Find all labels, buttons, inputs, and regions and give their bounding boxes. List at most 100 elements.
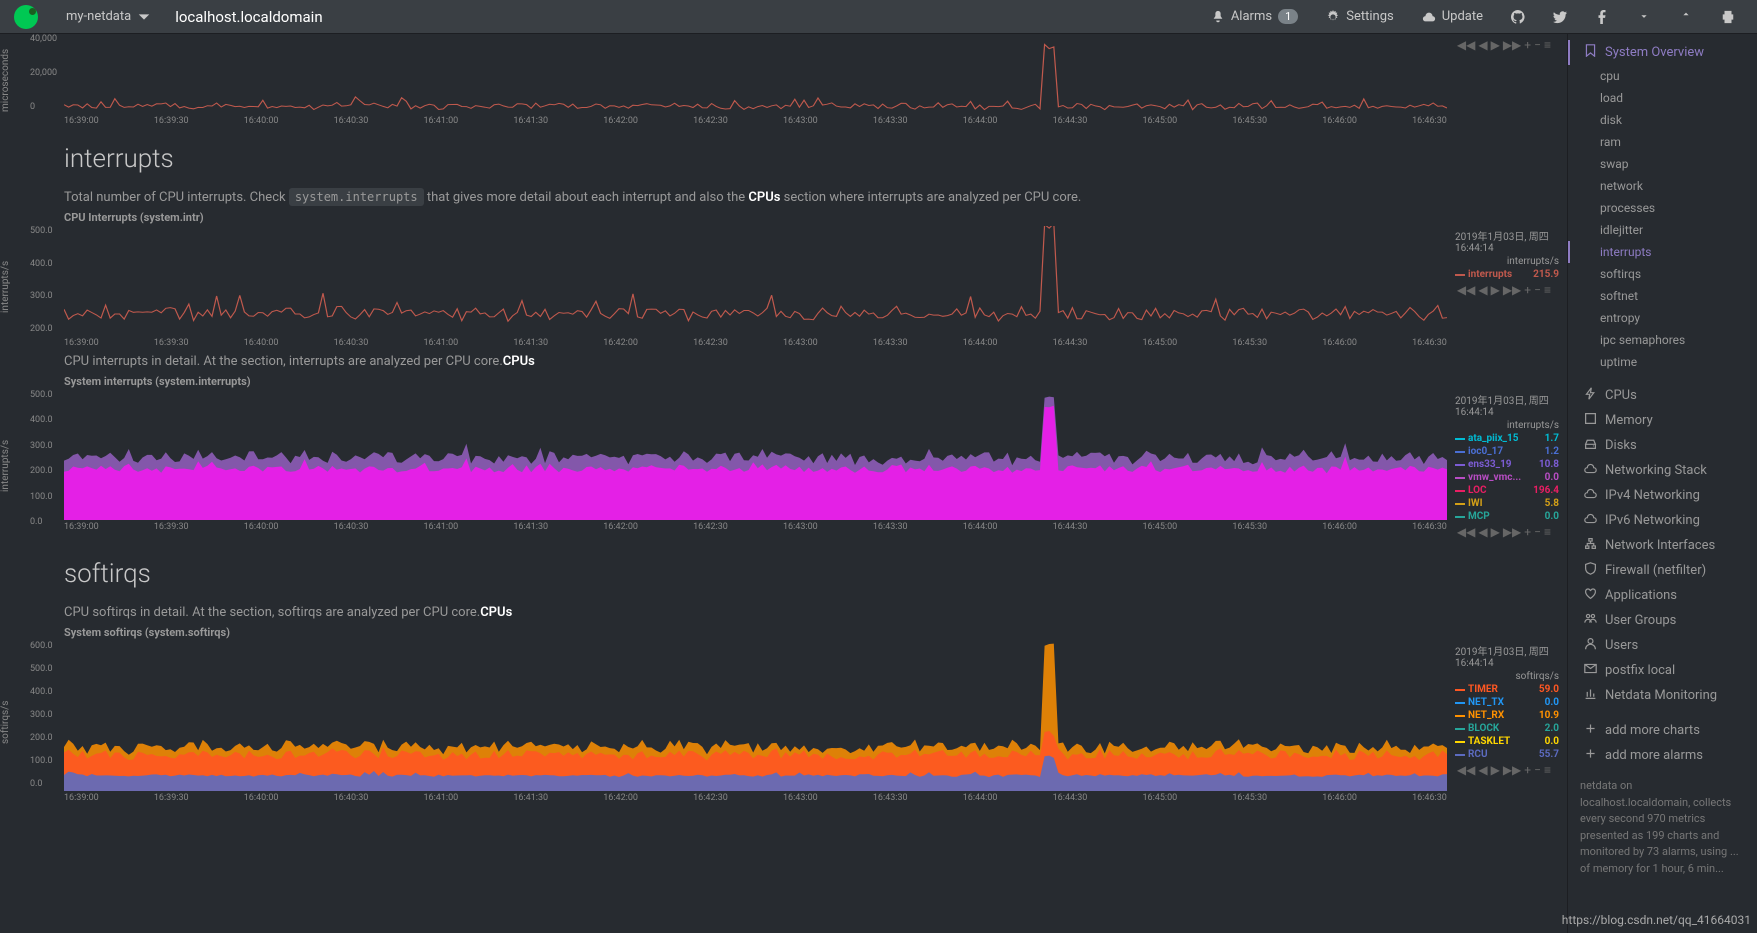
chart-controls: ◀◀◀▶▶▶+−≡	[1455, 523, 1559, 541]
sidebar-item-system-overview[interactable]: System Overview	[1568, 40, 1757, 65]
sidebar-item-network-interfaces[interactable]: Network Interfaces	[1568, 533, 1757, 558]
chart-ctrl-3[interactable]: ▶▶	[1503, 283, 1521, 297]
sidebar-item-netdata-monitoring[interactable]: Netdata Monitoring	[1568, 683, 1757, 708]
facebook-link[interactable]	[1581, 3, 1623, 31]
host-dropdown[interactable]: my-netdata	[52, 2, 165, 31]
legend-item[interactable]: vmw_vmc...0.0	[1455, 471, 1559, 484]
chart-ctrl-5[interactable]: −	[1534, 763, 1541, 777]
sidebar-item-load[interactable]: load	[1568, 87, 1757, 109]
chart-ctrl-4[interactable]: +	[1524, 525, 1531, 539]
chart-ctrl-2[interactable]: ▶	[1491, 38, 1500, 52]
alarms-button[interactable]: Alarms 1	[1197, 2, 1312, 31]
sidebar-item-cpu[interactable]: cpu	[1568, 65, 1757, 87]
twitter-link[interactable]	[1539, 3, 1581, 31]
sidebar-item-networking-stack[interactable]: Networking Stack	[1568, 458, 1757, 483]
sidebar-item-uptime[interactable]: uptime	[1568, 351, 1757, 373]
y-axis-label: interrupts/s	[0, 226, 24, 348]
chart-ctrl-0[interactable]: ◀◀	[1457, 38, 1475, 52]
chart-ctrl-6[interactable]: ≡	[1544, 525, 1551, 539]
sidebar-item-ipv4-networking[interactable]: IPv4 Networking	[1568, 483, 1757, 508]
chart-ctrl-3[interactable]: ▶▶	[1503, 763, 1521, 777]
sidebar-item-label: Firewall (netfilter)	[1605, 563, 1706, 578]
sidebar-item-firewall-netfilter-[interactable]: Firewall (netfilter)	[1568, 558, 1757, 583]
sidebar-item-label: idlejitter	[1600, 223, 1643, 237]
chart-ctrl-0[interactable]: ◀◀	[1457, 283, 1475, 297]
sidebar-item-softnet[interactable]: softnet	[1568, 285, 1757, 307]
chart-ctrl-6[interactable]: ≡	[1544, 763, 1551, 777]
legend-item[interactable]: TIMER59.0	[1455, 683, 1559, 696]
chart-ctrl-2[interactable]: ▶	[1491, 525, 1500, 539]
legend-item[interactable]: ens33_1910.8	[1455, 458, 1559, 471]
sidebar-item-disk[interactable]: disk	[1568, 109, 1757, 131]
sidebar-item-processes[interactable]: processes	[1568, 197, 1757, 219]
sidebar-item-ipc-semaphores[interactable]: ipc semaphores	[1568, 329, 1757, 351]
sidebar-item-user-groups[interactable]: User Groups	[1568, 608, 1757, 633]
settings-button[interactable]: Settings	[1312, 2, 1407, 31]
chart-ctrl-1[interactable]: ◀	[1478, 283, 1487, 297]
chart-ctrl-5[interactable]: −	[1534, 283, 1541, 297]
chart-ctrl-4[interactable]: +	[1524, 763, 1531, 777]
chart-ctrl-6[interactable]: ≡	[1544, 283, 1551, 297]
sidebar-item-interrupts[interactable]: interrupts	[1568, 241, 1757, 263]
chart-ctrl-0[interactable]: ◀◀	[1457, 763, 1475, 777]
legend-item[interactable]: LOC196.4	[1455, 484, 1559, 497]
legend-item[interactable]: RCU55.7	[1455, 748, 1559, 761]
upload-button[interactable]	[1665, 3, 1707, 31]
chart-ctrl-2[interactable]: ▶	[1491, 763, 1500, 777]
y-axis: 500.0400.0300.0200.0100.00.0	[24, 390, 47, 527]
download-button[interactable]	[1623, 3, 1665, 31]
chart-ctrl-1[interactable]: ◀	[1478, 763, 1487, 777]
sidebar-item-network[interactable]: network	[1568, 175, 1757, 197]
chart-ctrl-3[interactable]: ▶▶	[1503, 525, 1521, 539]
sidebar-item-ram[interactable]: ram	[1568, 131, 1757, 153]
github-link[interactable]	[1497, 3, 1539, 31]
chart-ctrl-2[interactable]: ▶	[1491, 283, 1500, 297]
legend-item[interactable]: MCP0.0	[1455, 510, 1559, 523]
update-button[interactable]: Update	[1408, 2, 1497, 31]
chart-ctrl-4[interactable]: +	[1524, 38, 1531, 52]
sidebar-item-add-more-alarms[interactable]: add more alarms	[1568, 743, 1757, 768]
square-icon	[1584, 412, 1597, 429]
sidebar-item-cpus[interactable]: CPUs	[1568, 383, 1757, 408]
sidebar-item-add-more-charts[interactable]: add more charts	[1568, 718, 1757, 743]
chart-ctrl-5[interactable]: −	[1534, 525, 1541, 539]
chart-0[interactable]: microseconds40,00020,000016:39:0016:39:3…	[0, 34, 1567, 126]
sidebar-item-label: User Groups	[1605, 613, 1676, 628]
sidebar-item-users[interactable]: Users	[1568, 633, 1757, 658]
chart-ctrl-4[interactable]: +	[1524, 283, 1531, 297]
section-desc: Total number of CPU interrupts. Check sy…	[64, 190, 1567, 205]
legend-item[interactable]: BLOCK2.0	[1455, 722, 1559, 735]
legend-item[interactable]: NET_TX0.0	[1455, 696, 1559, 709]
sidebar-item-postfix-local[interactable]: postfix local	[1568, 658, 1757, 683]
sidebar-item-entropy[interactable]: entropy	[1568, 307, 1757, 329]
legend-item[interactable]: ata_piix_151.7	[1455, 432, 1559, 445]
chart-ctrl-1[interactable]: ◀	[1478, 525, 1487, 539]
sidebar-item-idlejitter[interactable]: idlejitter	[1568, 219, 1757, 241]
chart-ctrl-0[interactable]: ◀◀	[1457, 525, 1475, 539]
sidebar-item-softirqs[interactable]: softirqs	[1568, 263, 1757, 285]
chart-ctrl-5[interactable]: −	[1534, 38, 1541, 52]
print-button[interactable]	[1707, 3, 1749, 31]
legend-item[interactable]: ioc0_171.2	[1455, 445, 1559, 458]
chart-ctrl-1[interactable]: ◀	[1478, 38, 1487, 52]
shield-icon	[1584, 562, 1597, 579]
chart-ctrl-3[interactable]: ▶▶	[1503, 38, 1521, 52]
sidebar-item-label: cpu	[1600, 69, 1620, 83]
chart-2[interactable]: interrupts/s500.0400.0300.0200.0100.00.0…	[0, 390, 1567, 541]
legend-item[interactable]: NET_RX10.9	[1455, 709, 1559, 722]
sidebar-item-disks[interactable]: Disks	[1568, 433, 1757, 458]
y-axis: 600.0500.0400.0300.0200.0100.00.0	[24, 641, 47, 789]
sidebar-item-applications[interactable]: Applications	[1568, 583, 1757, 608]
sidebar-item-ipv6-networking[interactable]: IPv6 Networking	[1568, 508, 1757, 533]
y-axis-label: interrupts/s	[0, 390, 24, 541]
legend-item[interactable]: IWI5.8	[1455, 497, 1559, 510]
sidebar-item-label: softnet	[1600, 289, 1638, 303]
sidebar-item-memory[interactable]: Memory	[1568, 408, 1757, 433]
sidebar-item-label: Applications	[1605, 588, 1677, 603]
chart-3[interactable]: softirqs/s600.0500.0400.0300.0200.0100.0…	[0, 641, 1567, 803]
legend-item[interactable]: TASKLET0.0	[1455, 735, 1559, 748]
chart-ctrl-6[interactable]: ≡	[1544, 38, 1551, 52]
sidebar-item-swap[interactable]: swap	[1568, 153, 1757, 175]
legend-item[interactable]: interrupts215.9	[1455, 268, 1559, 281]
chart-1[interactable]: interrupts/s500.0400.0300.0200.016:39:00…	[0, 226, 1567, 348]
